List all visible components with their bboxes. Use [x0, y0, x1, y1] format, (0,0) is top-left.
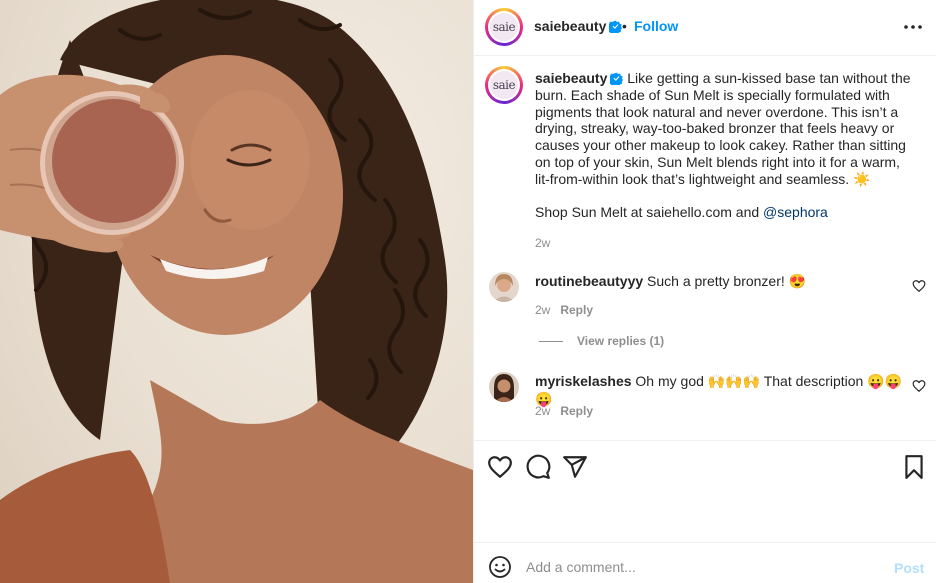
comment-body: myriskelashes Oh my god 🙌🙌🙌 That descrip…: [535, 372, 905, 408]
comment-meta: 2w Reply: [535, 303, 593, 317]
post-photo-illustration: [0, 0, 473, 583]
comment-like-icon[interactable]: [912, 379, 926, 393]
comment-avatar-image: [489, 372, 519, 402]
share-icon[interactable]: [562, 454, 588, 480]
comment-avatar[interactable]: [489, 372, 519, 402]
follow-button[interactable]: Follow: [634, 18, 678, 34]
post-button[interactable]: Post: [894, 560, 924, 576]
bookmark-icon[interactable]: [901, 454, 927, 480]
emoji-icon[interactable]: [488, 555, 512, 579]
caption-shop-text: Shop Sun Melt at saiehello.com and: [535, 204, 764, 221]
post-panel: saie saiebeauty • Follow saie saiebeauty…: [473, 0, 936, 583]
comment-username[interactable]: routinebeautyyy: [535, 273, 643, 289]
comment-avatar-image: [489, 272, 519, 302]
action-bar: [474, 440, 936, 542]
comment-like-icon[interactable]: [912, 279, 926, 293]
comment-body: routinebeautyyy Such a pretty bronzer! 😍: [535, 272, 905, 290]
heart-icon[interactable]: [487, 454, 513, 480]
header-username-link[interactable]: saiebeauty: [534, 18, 623, 34]
header-username: saiebeauty: [534, 18, 607, 34]
comment-meta: 2w Reply: [535, 404, 593, 418]
view-replies-label: View replies (1): [577, 334, 665, 348]
header-avatar[interactable]: saie: [485, 8, 523, 46]
post-header: saie saiebeauty • Follow: [474, 0, 936, 56]
comment-timestamp[interactable]: 2w: [535, 303, 550, 317]
caption-avatar[interactable]: saie: [485, 66, 523, 104]
caption-timestamp[interactable]: 2w: [535, 236, 550, 250]
verified-badge-icon: [609, 20, 623, 33]
reply-button[interactable]: Reply: [560, 404, 593, 418]
caption-username[interactable]: saiebeauty: [535, 70, 607, 86]
comment-timestamp[interactable]: 2w: [535, 404, 550, 418]
more-options-icon[interactable]: [902, 18, 924, 36]
reply-button[interactable]: Reply: [560, 303, 593, 317]
comment-text: Such a pretty bronzer! 😍: [647, 273, 807, 289]
view-replies-line: [539, 341, 563, 343]
comment-username[interactable]: myriskelashes: [535, 373, 632, 389]
comment-icon[interactable]: [525, 454, 551, 480]
comments-area: saie saiebeauty Like getting a sun-kisse…: [474, 56, 936, 440]
caption-verified-badge-icon: [610, 72, 624, 85]
add-comment-bar: Post: [474, 542, 936, 583]
comment-input[interactable]: [526, 553, 866, 581]
caption-brand-logo: saie: [490, 71, 518, 99]
post-photo[interactable]: [0, 0, 473, 583]
header-separator: •: [622, 18, 627, 34]
comment-avatar[interactable]: [489, 272, 519, 302]
post-caption: saiebeauty Like getting a sun-kissed bas…: [535, 70, 915, 221]
mention-link[interactable]: @sephora: [763, 204, 828, 220]
view-replies-button[interactable]: View replies (1): [539, 334, 664, 348]
caption-text: Like getting a sun-kissed base tan witho…: [535, 70, 911, 187]
brand-logo: saie: [490, 13, 518, 41]
